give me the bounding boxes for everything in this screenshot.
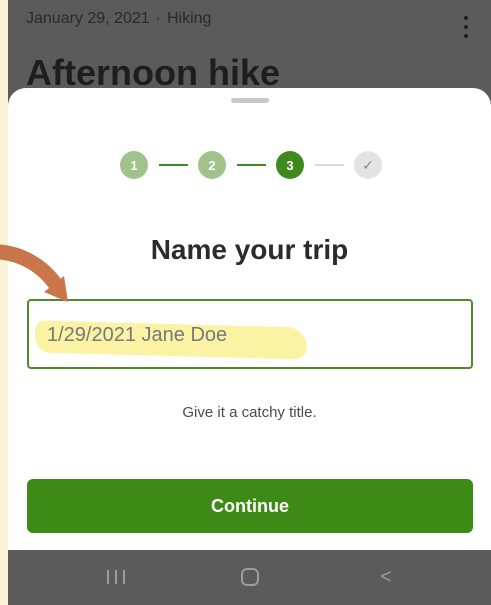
step-connector <box>315 164 344 166</box>
step-connector <box>159 164 188 166</box>
activity-meta: January 29, 2021 · Hiking <box>26 10 211 28</box>
recents-icon[interactable] <box>101 564 131 590</box>
meta-separator: · <box>155 10 161 27</box>
annotation-arrow-icon <box>0 244 68 302</box>
activity-header: January 29, 2021 · Hiking Afternoon hike <box>8 0 491 100</box>
home-icon[interactable] <box>235 564 265 590</box>
drag-handle[interactable] <box>230 98 269 103</box>
activity-type: Hiking <box>166 10 212 27</box>
phone-screen: January 29, 2021 · Hiking Afternoon hike 1… <box>8 0 491 605</box>
continue-button[interactable]: Continue <box>27 479 473 533</box>
trip-name-input[interactable] <box>45 315 449 355</box>
sheet-title: Name your trip <box>150 234 349 265</box>
name-trip-sheet: 1 2 3 ✓ Name your trip Give it a catchy … <box>8 88 491 550</box>
more-vertical-icon[interactable] <box>463 16 469 38</box>
step-3: 3 <box>276 151 304 179</box>
step-1: 1 <box>120 151 148 179</box>
back-icon[interactable]: < <box>371 564 401 590</box>
progress-stepper: 1 2 3 ✓ <box>120 151 382 179</box>
helper-text: Give it a catchy title. <box>182 404 317 421</box>
step-connector <box>237 164 266 166</box>
trip-name-field[interactable] <box>27 299 473 369</box>
system-nav-bar: < <box>8 550 491 605</box>
activity-date: January 29, 2021 <box>26 10 150 27</box>
step-2: 2 <box>198 151 226 179</box>
check-icon: ✓ <box>354 151 382 179</box>
